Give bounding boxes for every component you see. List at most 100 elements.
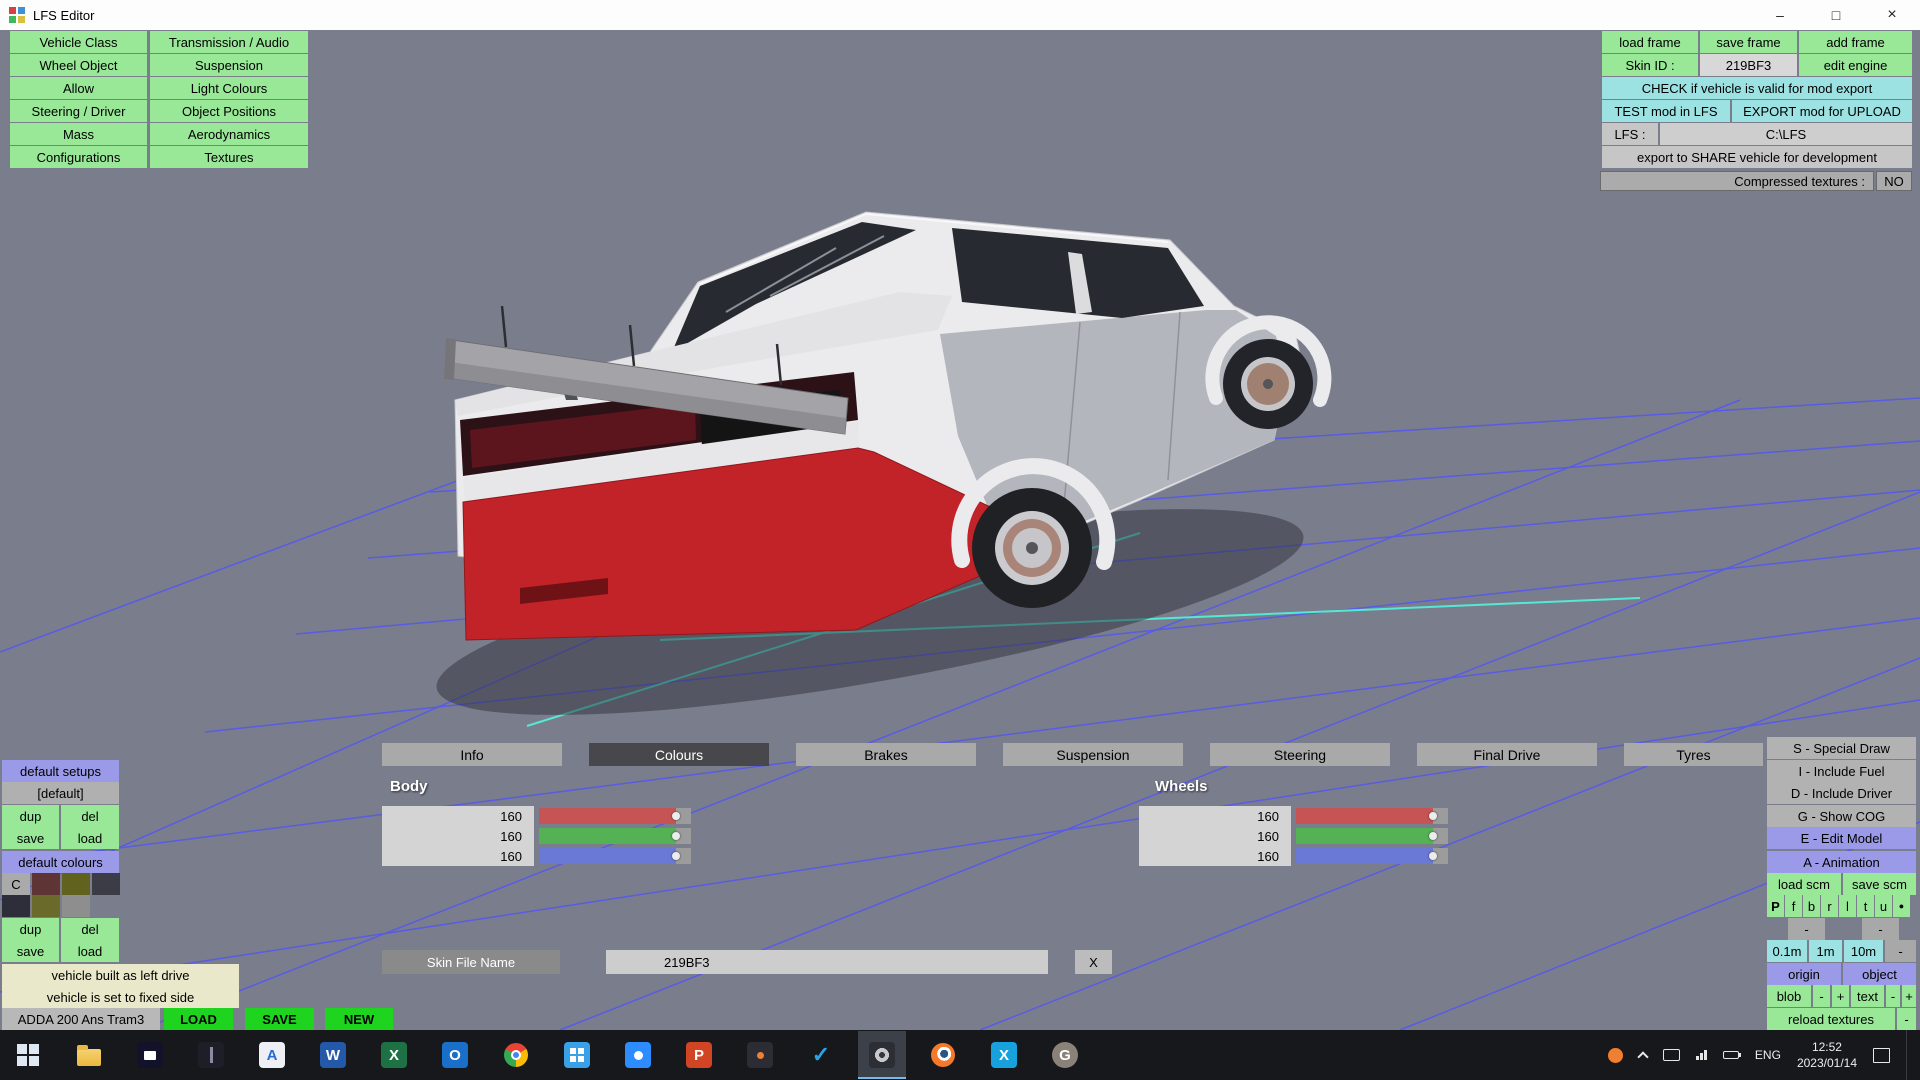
animation-button[interactable]: A - Animation xyxy=(1767,851,1916,873)
edit-engine-button[interactable]: edit engine xyxy=(1799,54,1912,76)
object-button[interactable]: object xyxy=(1843,963,1916,985)
slider-knob[interactable] xyxy=(1429,812,1437,820)
special-draw-toggle[interactable]: S - Special Draw xyxy=(1767,737,1916,759)
wheel-green-value[interactable]: 160 xyxy=(1139,826,1291,846)
taskbar-icon-blender[interactable] xyxy=(919,1031,967,1079)
view-dot-button[interactable]: ● xyxy=(1893,895,1910,917)
grid-1m-button[interactable]: 1m xyxy=(1809,940,1842,962)
taskbar-icon-word[interactable]: W xyxy=(309,1031,357,1079)
language-indicator[interactable]: ENG xyxy=(1755,1048,1781,1062)
setup-del-button[interactable]: del xyxy=(61,805,119,827)
lfs-path-value[interactable]: C:\LFS xyxy=(1660,123,1912,145)
taskbar-icon-lfs-editor[interactable] xyxy=(858,1031,906,1079)
taskbar-icon-outlook[interactable]: O xyxy=(431,1031,479,1079)
maximize-button[interactable]: □ xyxy=(1808,0,1864,30)
colours-load-button[interactable]: load xyxy=(61,940,119,962)
taskbar-icon-app-dark[interactable] xyxy=(187,1031,235,1079)
tray-battery-icon[interactable] xyxy=(1723,1051,1739,1059)
tab-colours[interactable]: Colours xyxy=(589,743,769,766)
colour-swatch[interactable] xyxy=(2,895,30,917)
reload-textures-button[interactable]: reload textures xyxy=(1767,1008,1895,1030)
include-driver-toggle[interactable]: D - Include Driver xyxy=(1767,782,1916,804)
slider-knob[interactable] xyxy=(672,812,680,820)
menu-transmission-audio[interactable]: Transmission / Audio xyxy=(150,31,308,53)
view-u-button[interactable]: u xyxy=(1875,895,1892,917)
taskbar-icon-store[interactable] xyxy=(126,1031,174,1079)
minus-button-2[interactable]: - xyxy=(1862,918,1899,940)
menu-allow[interactable]: Allow xyxy=(10,77,147,99)
taskbar-icon-sharex[interactable]: X xyxy=(980,1031,1028,1079)
default-colours-button[interactable]: default colours xyxy=(2,851,119,873)
tab-final-drive[interactable]: Final Drive xyxy=(1417,743,1597,766)
colour-swatch[interactable] xyxy=(62,873,90,895)
menu-object-positions[interactable]: Object Positions xyxy=(150,100,308,122)
test-mod-button[interactable]: TEST mod in LFS xyxy=(1602,100,1730,122)
colours-save-button[interactable]: save xyxy=(2,940,59,962)
view-p-button[interactable]: P xyxy=(1767,895,1784,917)
colour-c-button[interactable]: C xyxy=(2,873,30,895)
colour-swatch[interactable] xyxy=(32,895,60,917)
menu-configurations[interactable]: Configurations xyxy=(10,146,147,168)
view-l-button[interactable]: l xyxy=(1839,895,1856,917)
setup-save-button[interactable]: save xyxy=(2,827,59,849)
wheel-blue-slider[interactable] xyxy=(1296,848,1448,864)
taskbar-clock[interactable]: 12:52 2023/01/14 xyxy=(1797,1039,1857,1071)
minimize-button[interactable]: – xyxy=(1752,0,1808,30)
text-plus-button[interactable]: + xyxy=(1902,985,1916,1007)
menu-steering-driver[interactable]: Steering / Driver xyxy=(10,100,147,122)
close-button[interactable]: × xyxy=(1864,0,1920,30)
body-red-slider[interactable] xyxy=(539,808,691,824)
tab-brakes[interactable]: Brakes xyxy=(796,743,976,766)
view-f-button[interactable]: f xyxy=(1785,895,1802,917)
show-cog-toggle[interactable]: G - Show COG xyxy=(1767,805,1916,827)
slider-knob[interactable] xyxy=(1429,832,1437,840)
tab-suspension[interactable]: Suspension xyxy=(1003,743,1183,766)
wheel-red-value[interactable]: 160 xyxy=(1139,806,1291,826)
new-vehicle-button[interactable]: NEW xyxy=(325,1008,393,1030)
grid-minus-button[interactable]: - xyxy=(1885,940,1916,962)
colour-swatch[interactable] xyxy=(92,873,120,895)
reload-minus-button[interactable]: - xyxy=(1897,1008,1916,1030)
body-green-slider[interactable] xyxy=(539,828,691,844)
body-red-value[interactable]: 160 xyxy=(382,806,534,826)
skin-id-value[interactable]: 219BF3 xyxy=(1700,54,1797,76)
grid-0-1m-button[interactable]: 0.1m xyxy=(1767,940,1807,962)
menu-light-colours[interactable]: Light Colours xyxy=(150,77,308,99)
tab-steering[interactable]: Steering xyxy=(1210,743,1390,766)
view-b-button[interactable]: b xyxy=(1803,895,1820,917)
menu-aerodynamics[interactable]: Aerodynamics xyxy=(150,123,308,145)
minus-button-1[interactable]: - xyxy=(1788,918,1825,940)
menu-wheel-object[interactable]: Wheel Object xyxy=(10,54,147,76)
tray-network-icon[interactable] xyxy=(1696,1050,1707,1060)
compressed-textures-toggle[interactable]: NO xyxy=(1876,171,1912,191)
check-valid-button[interactable]: CHECK if vehicle is valid for mod export xyxy=(1602,77,1912,99)
setup-default-item[interactable]: [default] xyxy=(2,782,119,804)
body-blue-slider[interactable] xyxy=(539,848,691,864)
taskbar-icon-powerpoint[interactable]: P xyxy=(675,1031,723,1079)
skin-file-name-input[interactable]: 219BF3 xyxy=(606,950,1048,974)
taskbar-icon-check-app[interactable]: ✓ xyxy=(797,1031,845,1079)
slider-knob[interactable] xyxy=(672,852,680,860)
text-minus-button[interactable]: - xyxy=(1886,985,1900,1007)
start-button[interactable] xyxy=(4,1031,52,1079)
view-r-button[interactable]: r xyxy=(1821,895,1838,917)
tab-tyres[interactable]: Tyres xyxy=(1624,743,1763,766)
grid-10m-button[interactable]: 10m xyxy=(1844,940,1883,962)
view-t-button[interactable]: t xyxy=(1857,895,1874,917)
save-scm-button[interactable]: save scm xyxy=(1843,873,1916,895)
wheel-red-slider[interactable] xyxy=(1296,808,1448,824)
menu-mass[interactable]: Mass xyxy=(10,123,147,145)
slider-knob[interactable] xyxy=(672,832,680,840)
load-scm-button[interactable]: load scm xyxy=(1767,873,1841,895)
blob-minus-button[interactable]: - xyxy=(1813,985,1830,1007)
include-fuel-toggle[interactable]: I - Include Fuel xyxy=(1767,760,1916,782)
tab-info[interactable]: Info xyxy=(382,743,562,766)
load-frame-button[interactable]: load frame xyxy=(1602,31,1698,53)
export-mod-button[interactable]: EXPORT mod for UPLOAD xyxy=(1732,100,1912,122)
wheel-blue-value[interactable]: 160 xyxy=(1139,846,1291,866)
colour-swatch[interactable] xyxy=(62,895,90,917)
body-green-value[interactable]: 160 xyxy=(382,826,534,846)
menu-vehicle-class[interactable]: Vehicle Class xyxy=(10,31,147,53)
add-frame-button[interactable]: add frame xyxy=(1799,31,1912,53)
taskbar-icon-gimp[interactable]: G xyxy=(1041,1031,1089,1079)
